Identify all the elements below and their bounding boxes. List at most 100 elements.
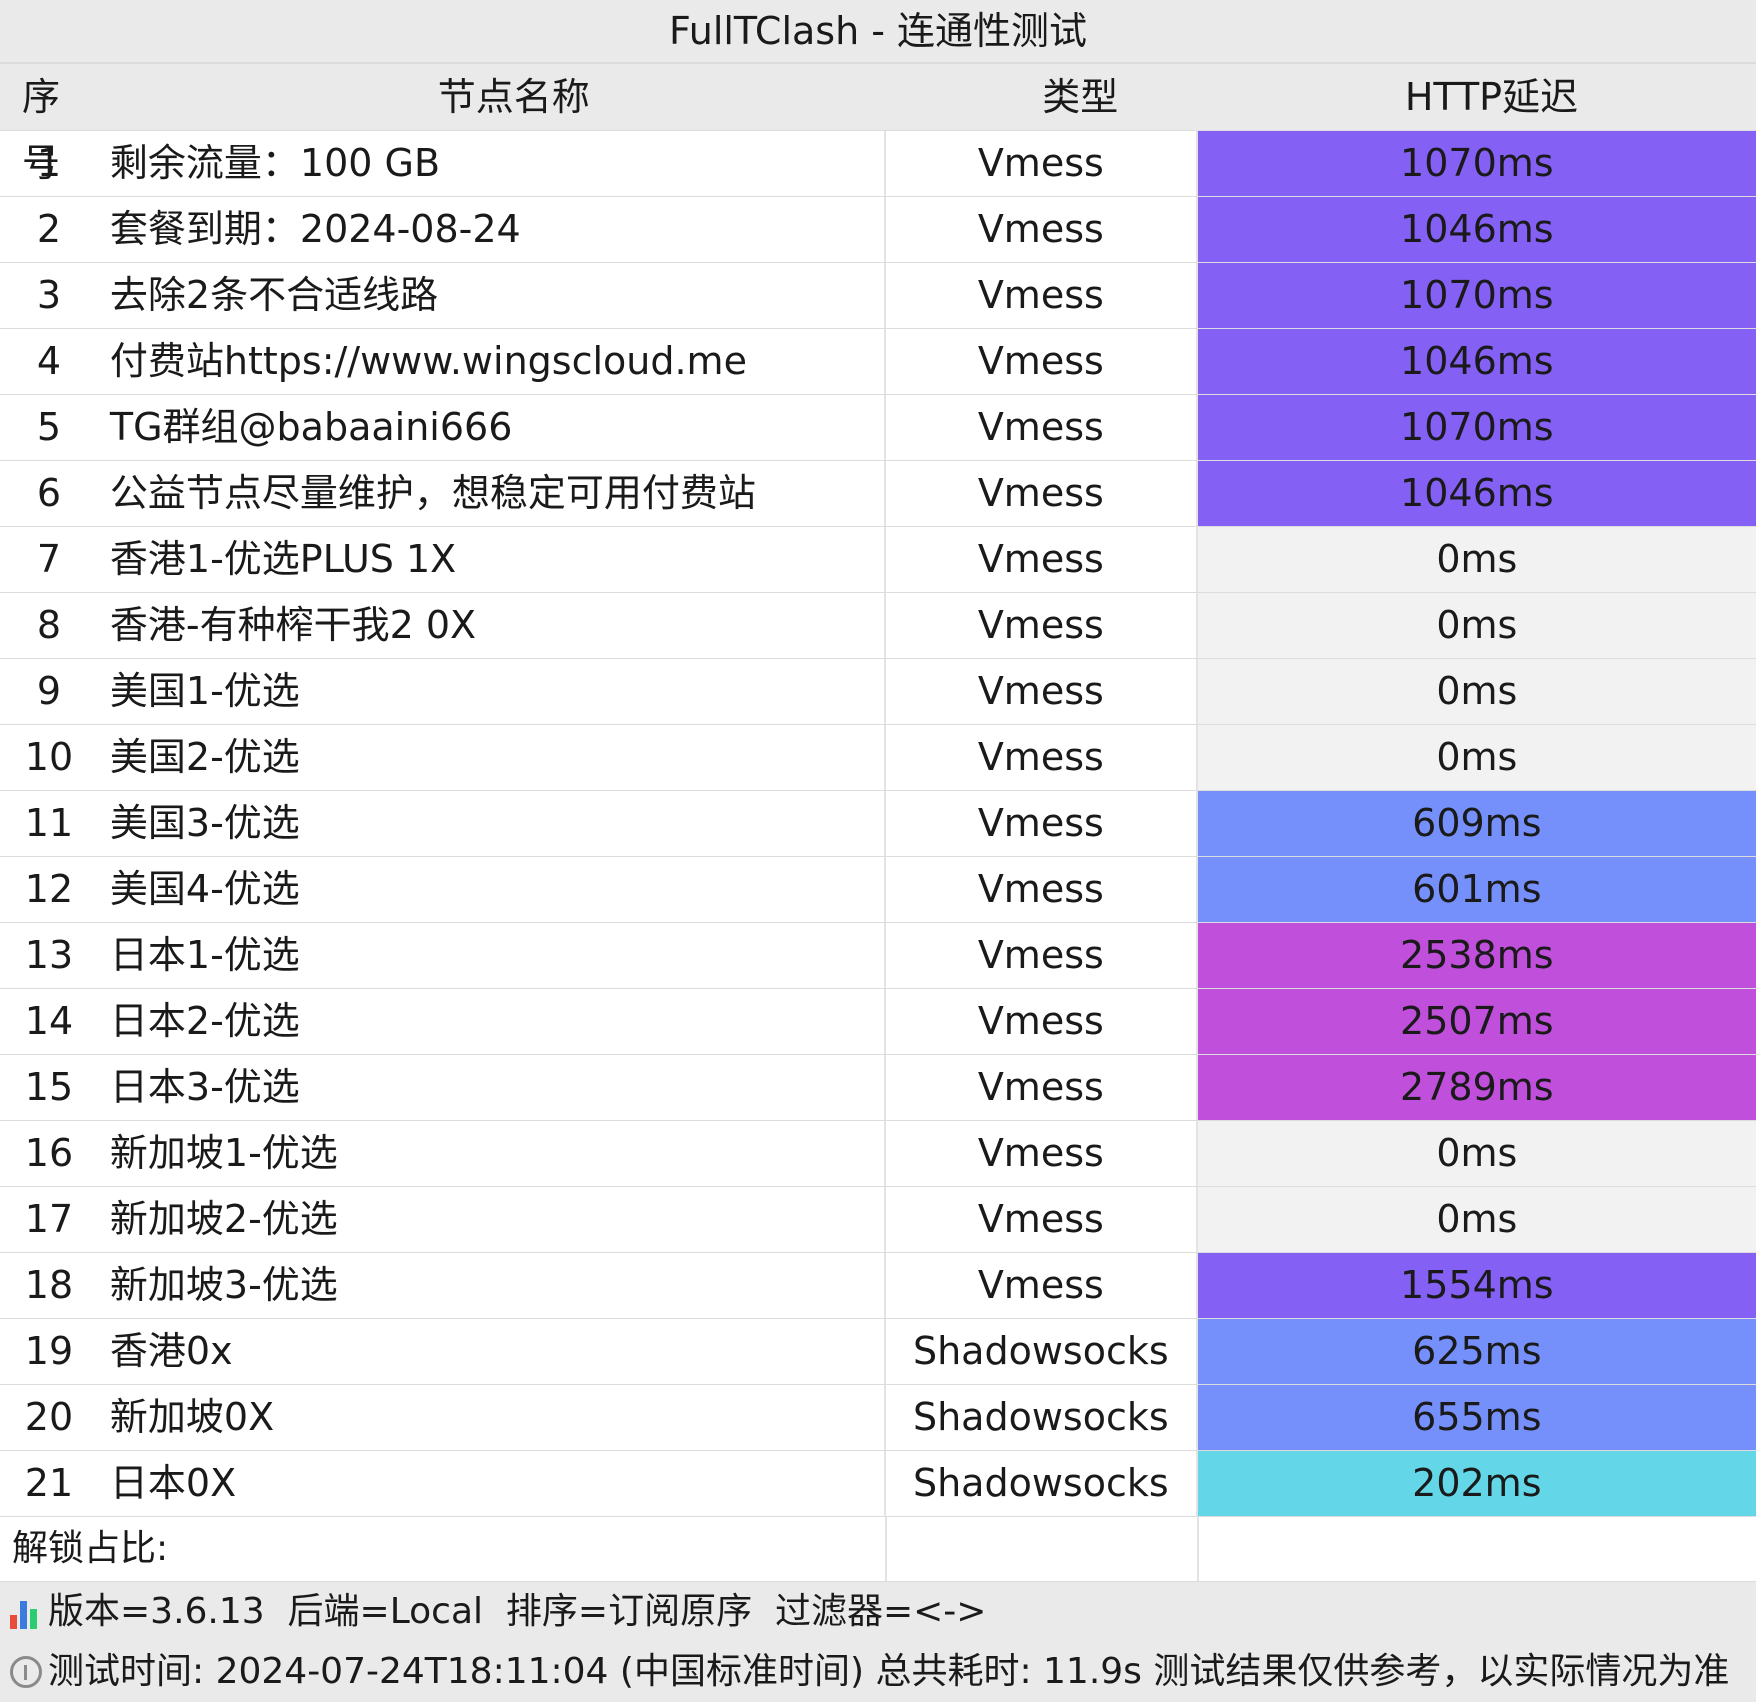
table-row: 16 新加坡1-优选 Vmess 0ms xyxy=(0,1120,1756,1186)
row-index: 3 xyxy=(36,273,62,317)
row-type: Shadowsocks xyxy=(886,1319,1198,1384)
row-index: 15 xyxy=(24,1065,74,1109)
footer-time-text: 测试时间: 2024-07-24T18:11:04 (中国标准时间) 总共耗时:… xyxy=(48,1651,1730,1692)
row-latency: 0ms xyxy=(1197,659,1756,724)
table-row: 4 付费站https://www.wingscloud.me Vmess 1046ms xyxy=(0,328,1756,394)
row-latency: 625ms xyxy=(1197,1319,1756,1384)
row-latency: 1070ms xyxy=(1197,263,1756,328)
row-index: 2 xyxy=(36,207,62,251)
row-type: Vmess xyxy=(886,461,1198,526)
row-node-name: 美国4-优选 xyxy=(98,857,886,922)
row-type: Vmess xyxy=(886,263,1198,328)
bar-chart-icon xyxy=(10,1595,42,1629)
table-row: 15 日本3-优选 Vmess 2789ms xyxy=(0,1054,1756,1120)
row-node-name: 日本0X xyxy=(98,1451,886,1516)
row-index: 18 xyxy=(24,1263,74,1307)
row-node-name: 去除2条不合适线路 xyxy=(98,263,886,328)
row-type: Vmess xyxy=(886,1121,1198,1186)
row-node-name: 新加坡1-优选 xyxy=(98,1121,886,1186)
row-latency: 0ms xyxy=(1197,1187,1756,1252)
row-type: Vmess xyxy=(886,593,1198,658)
table-header: 序号 节点名称 类型 HTTP延迟 xyxy=(0,64,1756,185)
row-index: 16 xyxy=(24,1131,74,1175)
unlock-ratio-label: 解锁占比: xyxy=(0,1517,887,1581)
table-row: 18 新加坡3-优选 Vmess 1554ms xyxy=(0,1252,1756,1318)
row-type: Vmess xyxy=(886,659,1198,724)
row-node-name: 新加坡0X xyxy=(98,1385,886,1450)
table-row: 3 去除2条不合适线路 Vmess 1070ms xyxy=(0,262,1756,328)
row-index: 11 xyxy=(24,801,74,845)
row-node-name: TG群组@babaaini666 xyxy=(98,395,886,460)
row-index: 20 xyxy=(24,1395,74,1439)
table-row: 11 美国3-优选 Vmess 609ms xyxy=(0,790,1756,856)
row-latency: 0ms xyxy=(1197,593,1756,658)
unlock-ratio-type-cell xyxy=(887,1517,1199,1581)
row-index: 12 xyxy=(24,867,74,911)
footer-version-line: 版本=3.6.13 后端=Local 排序=订阅原序 过滤器=<-> xyxy=(0,1582,1756,1642)
row-type: Vmess xyxy=(886,989,1198,1054)
row-node-name: 香港-有种榨干我2 0X xyxy=(98,593,886,658)
row-node-name: 日本2-优选 xyxy=(98,989,886,1054)
unlock-ratio-row: 解锁占比: xyxy=(0,1516,1756,1581)
row-latency: 0ms xyxy=(1197,725,1756,790)
row-index: 7 xyxy=(36,537,62,581)
row-type: Vmess xyxy=(886,1187,1198,1252)
row-index: 19 xyxy=(24,1329,74,1373)
report-title: FullTClash - 连通性测试 xyxy=(0,0,1756,64)
table-body: 1 剩余流量：100 GB Vmess 1070ms 2 套餐到期：2024-08-24 V… xyxy=(0,130,1756,1516)
row-latency: 2789ms xyxy=(1197,1055,1756,1120)
row-latency: 2538ms xyxy=(1197,923,1756,988)
footer: 版本=3.6.13 后端=Local 排序=订阅原序 过滤器=<-> 测试时间:… xyxy=(0,1581,1756,1702)
header-latency: HTTP延迟 xyxy=(1404,75,1579,119)
row-node-name: 付费站https://www.wingscloud.me xyxy=(98,329,886,394)
table-row: 13 日本1-优选 Vmess 2538ms xyxy=(0,922,1756,988)
row-node-name: 美国2-优选 xyxy=(98,725,886,790)
row-index: 1 xyxy=(36,141,62,185)
row-index: 8 xyxy=(36,603,62,647)
row-latency: 1046ms xyxy=(1197,197,1756,262)
row-type: Vmess xyxy=(886,725,1198,790)
row-node-name: 美国3-优选 xyxy=(98,791,886,856)
row-latency: 1046ms xyxy=(1197,329,1756,394)
row-latency: 655ms xyxy=(1197,1385,1756,1450)
row-type: Shadowsocks xyxy=(886,1451,1198,1516)
row-node-name: 香港0x xyxy=(98,1319,886,1384)
table-row: 19 香港0x Shadowsocks 625ms xyxy=(0,1318,1756,1384)
row-latency: 0ms xyxy=(1197,1121,1756,1186)
header-type: 类型 xyxy=(1042,75,1119,119)
row-type: Vmess xyxy=(886,131,1198,196)
row-node-name: 新加坡2-优选 xyxy=(98,1187,886,1252)
table-row: 6 公益节点尽量维护，想稳定可用付费站 Vmess 1046ms xyxy=(0,460,1756,526)
table-row: 9 美国1-优选 Vmess 0ms xyxy=(0,658,1756,724)
table-row: 7 香港1-优选PLUS 1X Vmess 0ms xyxy=(0,526,1756,592)
footer-version-text: 版本=3.6.13 后端=Local 排序=订阅原序 过滤器=<-> xyxy=(48,1591,987,1632)
row-latency: 1046ms xyxy=(1197,461,1756,526)
row-type: Vmess xyxy=(886,527,1198,592)
table-row: 14 日本2-优选 Vmess 2507ms xyxy=(0,988,1756,1054)
row-node-name: 公益节点尽量维护，想稳定可用付费站 xyxy=(98,461,886,526)
row-type: Vmess xyxy=(886,329,1198,394)
row-index: 6 xyxy=(36,471,62,515)
table-row: 5 TG群组@babaaini666 Vmess 1070ms xyxy=(0,394,1756,460)
table-row: 1 剩余流量：100 GB Vmess 1070ms xyxy=(0,130,1756,196)
row-index: 14 xyxy=(24,999,74,1043)
row-latency: 202ms xyxy=(1197,1451,1756,1516)
row-index: 4 xyxy=(36,339,62,383)
footer-time-line: 测试时间: 2024-07-24T18:11:04 (中国标准时间) 总共耗时:… xyxy=(0,1642,1756,1702)
row-latency: 609ms xyxy=(1197,791,1756,856)
row-type: Vmess xyxy=(886,791,1198,856)
row-type: Vmess xyxy=(886,1055,1198,1120)
row-node-name: 套餐到期：2024-08-24 xyxy=(98,197,886,262)
row-index: 5 xyxy=(36,405,62,449)
row-latency: 0ms xyxy=(1197,527,1756,592)
table-row: 10 美国2-优选 Vmess 0ms xyxy=(0,724,1756,790)
row-latency: 1070ms xyxy=(1197,395,1756,460)
row-index: 21 xyxy=(24,1461,74,1505)
table-row: 12 美国4-优选 Vmess 601ms xyxy=(0,856,1756,922)
table-row: 2 套餐到期：2024-08-24 Vmess 1046ms xyxy=(0,196,1756,262)
row-node-name: 日本1-优选 xyxy=(98,923,886,988)
table-row: 17 新加坡2-优选 Vmess 0ms xyxy=(0,1186,1756,1252)
table-row: 20 新加坡0X Shadowsocks 655ms xyxy=(0,1384,1756,1450)
row-node-name: 香港1-优选PLUS 1X xyxy=(98,527,886,592)
row-node-name: 日本3-优选 xyxy=(98,1055,886,1120)
